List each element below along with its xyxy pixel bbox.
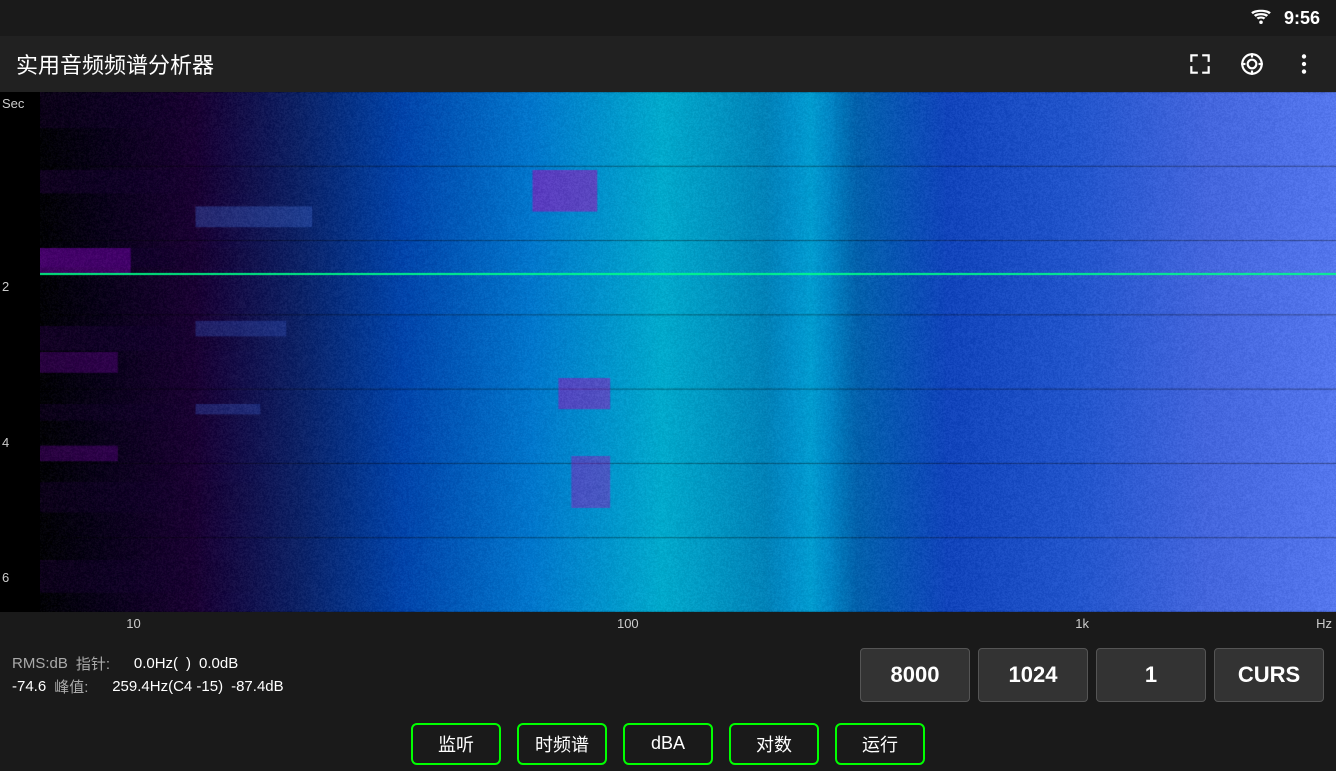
wifi-icon	[1250, 8, 1272, 29]
run-button[interactable]: 运行	[835, 723, 925, 765]
y-axis: Sec 2 4 6	[0, 92, 40, 612]
rms-value: -74.6	[12, 678, 46, 695]
fft-size-button[interactable]: 1024	[978, 648, 1088, 702]
sample-rate-button[interactable]: 8000	[860, 648, 970, 702]
app-bar: 实用音频频谱分析器	[0, 36, 1336, 92]
spectrogram-container[interactable]: Sec 2 4 6	[0, 92, 1336, 612]
rms-label: RMS:dB	[12, 655, 68, 672]
x-label-100: 100	[617, 616, 639, 631]
x-label-1k: 1k	[1075, 616, 1089, 631]
cursor-button[interactable]: CURS	[1214, 648, 1324, 702]
x-axis: 10 100 1k Hz	[0, 612, 1336, 634]
target-button[interactable]	[1236, 48, 1268, 80]
x-hz-unit: Hz	[1316, 616, 1332, 631]
y-label-4: 4	[2, 435, 9, 450]
y-label-6: 6	[2, 570, 9, 585]
needle-db-value: 0.0dB	[199, 655, 238, 672]
spectrogram-visual[interactable]	[40, 92, 1336, 612]
dba-button[interactable]: dBA	[623, 723, 713, 765]
status-bar: 9:56	[0, 0, 1336, 36]
bottom-info-bar: RMS:dB 指针: 0.0Hz( ) 0.0dB -74.6 峰值: 259.…	[0, 634, 1336, 716]
more-menu-button[interactable]	[1288, 48, 1320, 80]
y-label-2: 2	[2, 279, 9, 294]
log-button[interactable]: 对数	[729, 723, 819, 765]
fullscreen-button[interactable]	[1184, 48, 1216, 80]
status-time: 9:56	[1284, 8, 1320, 29]
peak-freq-value: 259.4Hz(C4 -15)	[112, 678, 223, 695]
needle-label: 指针:	[76, 653, 126, 674]
listen-button[interactable]: 监听	[411, 723, 501, 765]
y-axis-title: Sec	[0, 96, 40, 111]
x-label-10: 10	[126, 616, 140, 631]
bottom-toolbar: 监听 时频谱 dBA 对数 运行	[0, 716, 1336, 771]
spectrogram-button[interactable]: 时频谱	[517, 723, 607, 765]
app-title: 实用音频频谱分析器	[16, 48, 214, 80]
needle-freq-value: 0.0Hz(	[134, 655, 178, 672]
peak-label: 峰值:	[54, 676, 104, 697]
peak-db-value: -87.4dB	[231, 678, 284, 695]
needle-note-value: )	[186, 655, 191, 672]
avg-button[interactable]: 1	[1096, 648, 1206, 702]
